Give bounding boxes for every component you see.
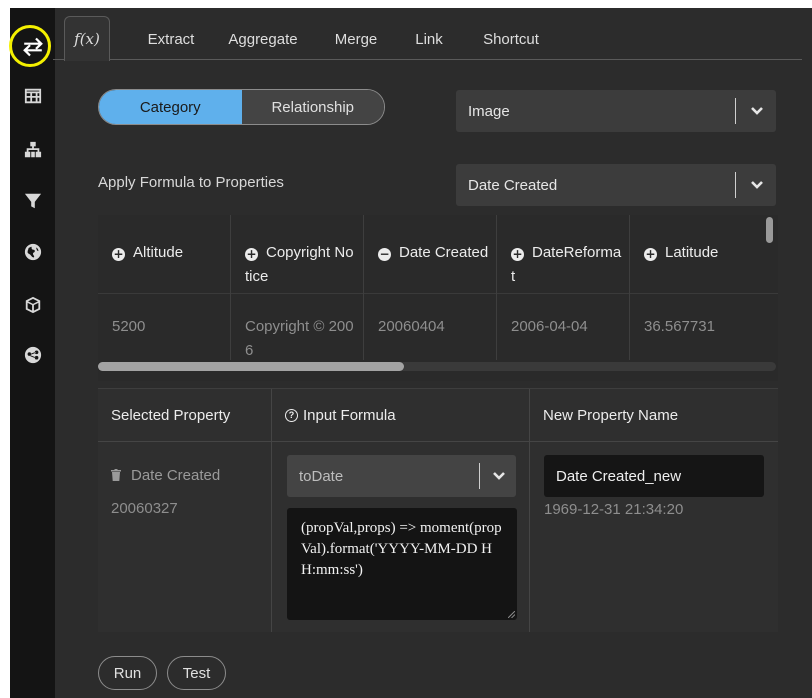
header-divider xyxy=(98,441,778,442)
run-button[interactable]: Run xyxy=(98,656,157,690)
property-value: 36.567731 xyxy=(644,318,715,335)
function-select-value: toDate xyxy=(299,467,344,485)
share-rail-button[interactable] xyxy=(10,335,55,375)
left-rail xyxy=(10,8,55,698)
property-column[interactable]: + Copyright Notice Copyright © 2006 xyxy=(231,215,364,360)
select-divider xyxy=(735,172,736,198)
category-select-value: Image xyxy=(468,102,510,120)
formula-textarea[interactable]: (propVal,props) => moment(propVal).forma… xyxy=(287,508,517,620)
plus-circle-icon: + xyxy=(245,247,258,261)
help-circle-icon[interactable]: ? xyxy=(285,408,298,422)
property-header: + Latitude xyxy=(644,244,719,261)
new-property-heading: New Property Name xyxy=(543,406,679,424)
property-header: + Altitude xyxy=(112,244,184,261)
tab-shortcut[interactable]: Shortcut xyxy=(478,18,544,60)
new-property-name-input[interactable] xyxy=(544,455,764,497)
horizontal-scrollbar[interactable] xyxy=(98,362,776,371)
tab-formula[interactable]: f(x) xyxy=(64,16,110,61)
plus-circle-icon: + xyxy=(644,247,657,261)
property-column[interactable]: + Latitude 36.567731 xyxy=(630,215,763,360)
property-column[interactable]: + DateReformat 2006-04-04 xyxy=(497,215,630,360)
relationship-toggle-button[interactable]: Relationship xyxy=(241,90,384,124)
globe-icon xyxy=(24,243,41,261)
property-value: 2006-04-04 xyxy=(511,318,588,335)
share-nodes-icon xyxy=(24,346,41,364)
chevron-down-icon xyxy=(750,178,764,192)
selected-property: Date Created xyxy=(111,467,220,484)
select-divider xyxy=(735,98,736,124)
formula-panel: Selected Property ? Input Formula New Pr… xyxy=(98,388,778,632)
category-select[interactable]: Image xyxy=(456,90,776,132)
chevron-down-icon xyxy=(492,469,506,483)
tab-aggregate[interactable]: Aggregate xyxy=(225,18,301,60)
property-value: 20060404 xyxy=(378,318,445,335)
filter-funnel-icon xyxy=(24,193,41,209)
trash-icon[interactable] xyxy=(111,469,121,481)
property-column[interactable]: + Altitude 5200 xyxy=(98,215,231,360)
property-header: − Date Created xyxy=(378,244,489,261)
table-rail-button[interactable] xyxy=(10,76,55,116)
property-header: + Copyright Notice xyxy=(245,244,354,285)
category-toggle-button[interactable]: Category xyxy=(99,90,242,124)
transform-rail-button[interactable] xyxy=(10,27,55,67)
mode-toggle: Category Relationship xyxy=(98,89,385,125)
cube-icon xyxy=(25,296,40,314)
globe-rail-button[interactable] xyxy=(10,232,55,272)
swap-arrows-icon xyxy=(22,37,43,57)
tab-bar: f(x) Extract Aggregate Merge Link Shortc… xyxy=(53,8,802,61)
scrollbar-thumb[interactable] xyxy=(98,362,404,371)
filter-rail-button[interactable] xyxy=(10,181,55,221)
input-formula-heading: ? Input Formula xyxy=(272,389,528,441)
minus-circle-icon: − xyxy=(378,247,391,261)
properties-table: + Altitude 5200 + Copyright Notice Copyrig… xyxy=(98,215,778,381)
tab-extract[interactable]: Extract xyxy=(141,18,201,60)
column-divider xyxy=(529,389,530,632)
tab-merge[interactable]: Merge xyxy=(330,18,382,60)
plus-circle-icon: + xyxy=(511,247,524,261)
selected-property-heading: Selected Property xyxy=(111,406,231,424)
cube-rail-button[interactable] xyxy=(10,285,55,325)
test-button[interactable]: Test xyxy=(167,656,226,690)
hierarchy-icon xyxy=(24,141,41,158)
property-header: + DateReformat xyxy=(511,244,622,285)
function-select[interactable]: toDate xyxy=(287,455,516,497)
hierarchy-rail-button[interactable] xyxy=(10,130,55,170)
property-select-value: Date Created xyxy=(468,176,558,194)
property-column[interactable]: − Date Created 20060404 xyxy=(364,215,497,360)
vertical-scrollbar[interactable] xyxy=(766,217,773,243)
property-select[interactable]: Date Created xyxy=(456,164,776,206)
input-formula-label: Input Formula xyxy=(303,406,396,424)
select-divider xyxy=(479,463,480,489)
column-divider xyxy=(271,389,272,632)
tab-link[interactable]: Link xyxy=(411,18,447,60)
new-property-preview: 1969-12-31 21:34:20 xyxy=(544,501,684,518)
property-value: 5200 xyxy=(112,318,146,335)
property-value: Copyright © 2006 xyxy=(245,318,354,359)
resize-grip-icon[interactable] xyxy=(508,611,515,618)
plus-circle-icon: + xyxy=(112,247,125,261)
apply-formula-label: Apply Formula to Properties xyxy=(98,174,284,191)
table-grid-icon xyxy=(24,88,41,104)
selected-property-value: 20060327 xyxy=(111,500,178,517)
chevron-down-icon xyxy=(750,104,764,118)
